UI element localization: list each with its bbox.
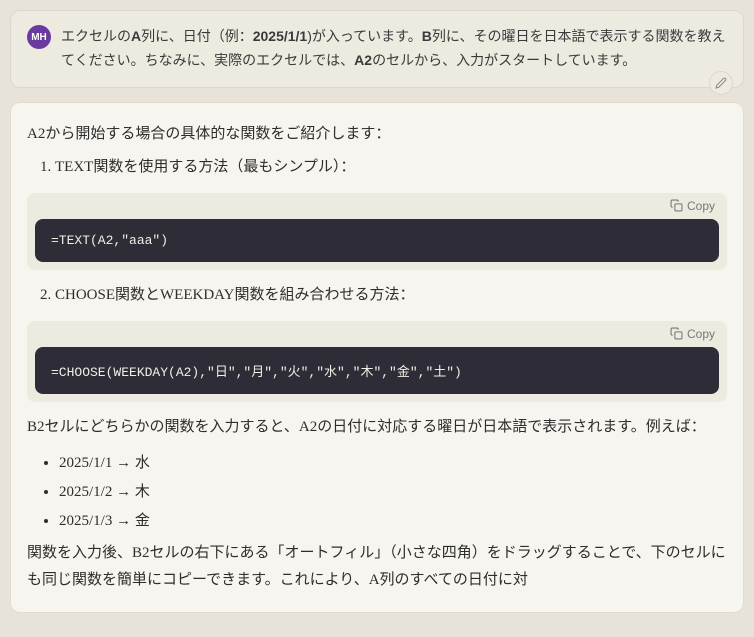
text: エクセルの (61, 28, 131, 44)
copy-label: Copy (687, 327, 715, 341)
copy-button[interactable]: Copy (27, 321, 727, 347)
bold-text: A2 (354, 52, 372, 68)
pencil-icon (715, 77, 727, 89)
list-item: CHOOSE関数とWEEKDAY関数を組み合わせる方法： (55, 282, 727, 309)
method-list-1: TEXT関数を使用する方法（最もシンプル）： (27, 154, 727, 181)
list-item: TEXT関数を使用する方法（最もシンプル）： (55, 154, 727, 181)
example-list: 2025/1/1 → 水 2025/1/2 → 木 2025/1/3 → 金 (27, 451, 727, 530)
copy-icon (670, 199, 683, 212)
avatar: MH (27, 25, 51, 49)
text: )が入っています。 (307, 28, 422, 44)
method-list-2: CHOOSE関数とWEEKDAY関数を組み合わせる方法： (27, 282, 727, 309)
assistant-message: A2から開始する場合の具体的な関数をご紹介します： TEXT関数を使用する方法（… (10, 102, 744, 613)
list-item: 2025/1/1 → 水 (59, 451, 727, 472)
bold-text: A (131, 28, 141, 44)
intro-text: A2から開始する場合の具体的な関数をご紹介します： (27, 121, 727, 148)
code-content: =CHOOSE(WEEKDAY(A2),"日","月","火","水","木",… (35, 347, 719, 394)
user-message: MH エクセルのA列に、日付（例：2025/1/1)が入っています。B列に、その… (10, 10, 744, 88)
footer-text: 関数を入力後、B2セルの右下にある「オートフィル」（小さな四角）をドラッグするこ… (27, 540, 727, 594)
user-message-text: エクセルのA列に、日付（例：2025/1/1)が入っています。B列に、その曜日を… (61, 25, 727, 73)
edit-button[interactable] (709, 71, 733, 95)
bold-text: B (422, 28, 432, 44)
bold-text: 2025/1/1 (253, 28, 308, 44)
copy-icon (670, 327, 683, 340)
copy-label: Copy (687, 199, 715, 213)
copy-button[interactable]: Copy (27, 193, 727, 219)
code-block: Copy =TEXT(A2,"aaa") (27, 193, 727, 270)
text: のセルから、入力がスタートしています。 (372, 52, 636, 68)
list-item: 2025/1/2 → 木 (59, 480, 727, 501)
code-content: =TEXT(A2,"aaa") (35, 219, 719, 262)
code-block: Copy =CHOOSE(WEEKDAY(A2),"日","月","火","水"… (27, 321, 727, 402)
explanation-text: B2セルにどちらかの関数を入力すると、A2の日付に対応する曜日が日本語で表示され… (27, 414, 727, 441)
text: 列に、日付（例： (141, 28, 253, 44)
list-item: 2025/1/3 → 金 (59, 509, 727, 530)
